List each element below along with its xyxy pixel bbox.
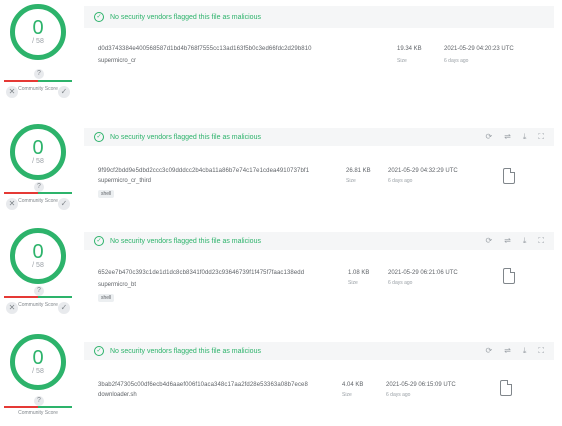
download-icon[interactable]: ⤓ bbox=[523, 132, 527, 142]
verdict-text: No security vendors flagged this file as… bbox=[110, 13, 261, 21]
graph-icon[interactable]: ⛶ bbox=[538, 132, 544, 142]
file-tag[interactable]: shell bbox=[98, 294, 115, 302]
detection-total: / 58 bbox=[32, 38, 44, 45]
refresh-icon[interactable]: ⟳ bbox=[485, 132, 492, 142]
file-hash[interactable]: 9f99cf2bdd9e5dbd2ccc3c09dddcc2b4cba11a86… bbox=[98, 168, 309, 174]
vote-harmless-button[interactable]: ✕ bbox=[6, 302, 18, 314]
community-score-label: Community Score bbox=[18, 86, 58, 92]
verdict-text: No security vendors flagged this file as… bbox=[110, 237, 261, 245]
graph-icon[interactable]: ⛶ bbox=[538, 236, 544, 246]
submission-ago: 6 days ago bbox=[386, 392, 411, 398]
file-name: supermicro_cr_third bbox=[98, 178, 152, 184]
submission-date: 2021-05-29 04:32:29 UTC bbox=[388, 168, 458, 174]
verdict-banner: ✓ No security vendors flagged this file … bbox=[84, 232, 554, 250]
file-hash[interactable]: 3bab2f47305c00df6ecb4d6aaef006f10aca348c… bbox=[98, 382, 308, 388]
detection-score-ring: 0 / 58 bbox=[10, 124, 66, 180]
submission-date: 2021-05-29 06:21:06 UTC bbox=[388, 270, 458, 276]
community-score-label: Community Score bbox=[18, 198, 58, 204]
compare-icon[interactable]: ⇌ bbox=[504, 346, 511, 356]
vote-malicious-button[interactable]: ✓ bbox=[58, 86, 70, 98]
file-size-caption: Size bbox=[346, 178, 356, 184]
download-icon[interactable]: ⤓ bbox=[523, 236, 527, 246]
community-score-bar bbox=[4, 80, 72, 82]
result-card-2: 0 / 58 ? ✕ Community Score ✓ ✓ No securi… bbox=[0, 118, 562, 222]
detection-panel: 0 / 58 ? ✕ Community Score ✓ bbox=[0, 0, 76, 108]
detection-panel: 0 / 58 ? ✕ Community Score ✓ bbox=[0, 222, 76, 326]
action-icons: ⟳ ⇌ ⤓ ⛶ bbox=[485, 236, 544, 246]
file-size: 19.34 KB bbox=[397, 46, 422, 52]
vote-malicious-button[interactable]: ✓ bbox=[58, 302, 70, 314]
file-type-icon bbox=[503, 168, 515, 184]
file-hash[interactable]: 652ee7b470c393c1de1d1dc8cb8341f0dd23c936… bbox=[98, 270, 304, 276]
result-card-1: 0 / 58 ? ✕ Community Score ✓ ✓ No securi… bbox=[0, 0, 562, 108]
check-circle-icon: ✓ bbox=[94, 12, 104, 22]
file-size: 26.81 KB bbox=[346, 168, 371, 174]
vote-harmless-button[interactable]: ✕ bbox=[6, 86, 18, 98]
detection-panel: 0 / 58 ? ✕ Community Score ✓ bbox=[0, 118, 76, 222]
download-icon[interactable]: ⤓ bbox=[523, 346, 527, 356]
verdict-text: No security vendors flagged this file as… bbox=[110, 133, 261, 141]
detection-panel: 0 / 58 ? Community Score bbox=[0, 330, 76, 426]
file-hash[interactable]: d0d3743384e400568587d1bd4b768f7555cc13ad… bbox=[98, 46, 312, 52]
detection-total: / 58 bbox=[32, 368, 44, 375]
detection-score: 0 bbox=[32, 17, 44, 39]
result-card-4: 0 / 58 ? Community Score ✓ No security v… bbox=[0, 330, 562, 426]
file-name: supermicro_bt bbox=[98, 282, 137, 288]
submission-date: 2021-05-29 04:20:23 UTC bbox=[444, 46, 514, 52]
community-score-bar bbox=[4, 192, 72, 194]
check-circle-icon: ✓ bbox=[94, 346, 104, 356]
file-type-icon bbox=[500, 380, 512, 396]
verdict-banner: ✓ No security vendors flagged this file … bbox=[84, 6, 554, 28]
file-type-icon bbox=[503, 268, 515, 284]
submission-ago: 6 days ago bbox=[444, 58, 469, 64]
submission-date: 2021-05-29 06:15:09 UTC bbox=[386, 382, 456, 388]
community-score-value: ? bbox=[34, 396, 44, 406]
vote-harmless-button[interactable]: ✕ bbox=[6, 198, 18, 210]
community-score-value: ? bbox=[34, 182, 44, 192]
detection-score-ring: 0 / 58 bbox=[10, 334, 66, 390]
verdict-banner: ✓ No security vendors flagged this file … bbox=[84, 128, 554, 146]
detection-score: 0 bbox=[32, 347, 44, 369]
community-score-value: ? bbox=[34, 286, 44, 296]
community-score-value: ? bbox=[34, 69, 44, 79]
file-name: downloader.sh bbox=[98, 392, 137, 398]
vote-malicious-button[interactable]: ✓ bbox=[58, 198, 70, 210]
file-size-caption: Size bbox=[342, 392, 352, 398]
compare-icon[interactable]: ⇌ bbox=[504, 236, 511, 246]
result-card-3: 0 / 58 ? ✕ Community Score ✓ ✓ No securi… bbox=[0, 222, 562, 326]
file-size-caption: Size bbox=[397, 58, 407, 64]
compare-icon[interactable]: ⇌ bbox=[504, 132, 511, 142]
detection-total: / 58 bbox=[32, 262, 44, 269]
file-name: supermicro_cr bbox=[98, 58, 137, 64]
verdict-text: No security vendors flagged this file as… bbox=[110, 347, 261, 355]
file-size-caption: Size bbox=[348, 280, 358, 286]
detection-score: 0 bbox=[32, 137, 44, 159]
submission-ago: 6 days ago bbox=[388, 178, 413, 184]
verdict-banner: ✓ No security vendors flagged this file … bbox=[84, 342, 554, 360]
detection-score-ring: 0 / 58 bbox=[10, 4, 66, 60]
community-score-bar bbox=[4, 296, 72, 298]
detection-score-ring: 0 / 58 bbox=[10, 228, 66, 284]
community-score-label: Community Score bbox=[18, 302, 58, 308]
action-icons: ⟳ ⇌ ⤓ ⛶ bbox=[485, 346, 544, 356]
community-score-bar bbox=[4, 406, 72, 408]
action-icons: ⟳ ⇌ ⤓ ⛶ bbox=[485, 132, 544, 142]
check-circle-icon: ✓ bbox=[94, 236, 104, 246]
check-circle-icon: ✓ bbox=[94, 132, 104, 142]
file-tag[interactable]: shell bbox=[98, 190, 115, 198]
refresh-icon[interactable]: ⟳ bbox=[485, 236, 492, 246]
submission-ago: 6 days ago bbox=[388, 280, 413, 286]
refresh-icon[interactable]: ⟳ bbox=[485, 346, 492, 356]
file-size: 4.04 KB bbox=[342, 382, 364, 388]
file-size: 1.08 KB bbox=[348, 270, 370, 276]
detection-score: 0 bbox=[32, 241, 44, 263]
detection-total: / 58 bbox=[32, 158, 44, 165]
graph-icon[interactable]: ⛶ bbox=[538, 346, 544, 356]
community-score-label: Community Score bbox=[18, 410, 58, 416]
